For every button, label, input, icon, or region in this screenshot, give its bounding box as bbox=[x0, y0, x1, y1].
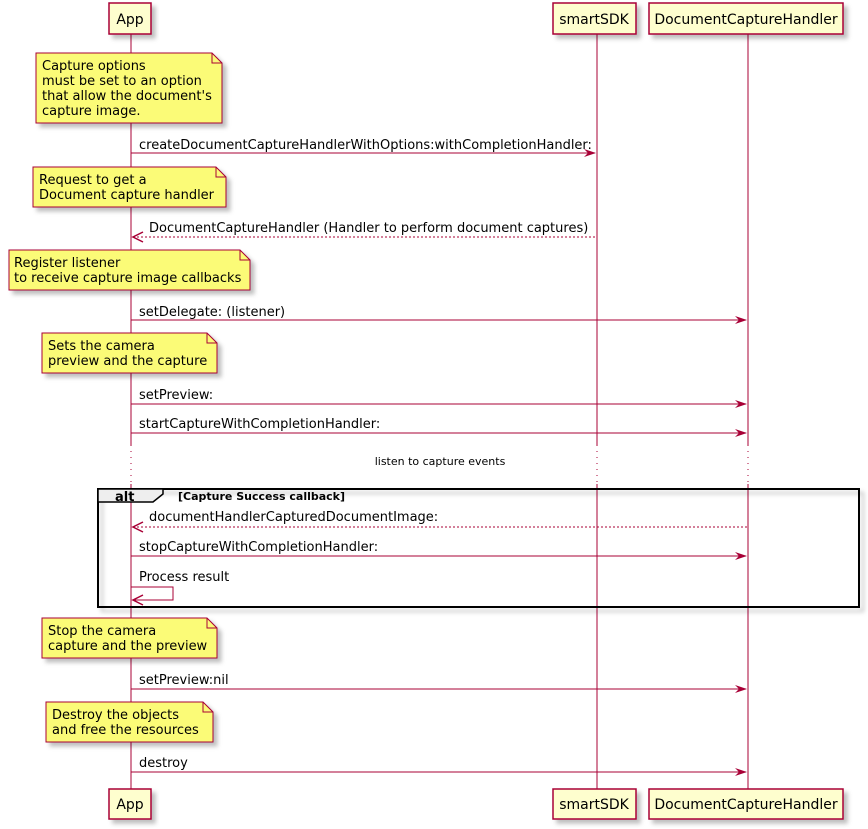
participant-sdk-top[interactable]: smartSDK bbox=[552, 2, 637, 35]
message-label: setDelegate: (listener) bbox=[139, 305, 285, 320]
participant-app-bottom[interactable]: App bbox=[108, 788, 152, 820]
message-label: documentHandlerCapturedDocumentImage: bbox=[149, 510, 438, 525]
message-captured-image: documentHandlerCapturedDocumentImage: bbox=[131, 510, 748, 533]
message-create-handler: createDocumentCaptureHandlerWithOptions:… bbox=[131, 138, 596, 157]
message-label: stopCaptureWithCompletionHandler: bbox=[139, 540, 378, 555]
alt-keyword: alt bbox=[115, 490, 134, 505]
message-destroy: destroy bbox=[131, 756, 747, 776]
message-label: destroy bbox=[139, 756, 188, 771]
note-line: Capture options bbox=[42, 59, 146, 74]
alt-condition: [Capture Success callback] bbox=[178, 490, 345, 503]
participant-label: smartSDK bbox=[559, 797, 629, 813]
message-set-preview-nil: setPreview:nil bbox=[131, 673, 747, 693]
message-label: setPreview: bbox=[139, 388, 213, 403]
participant-label: DocumentCaptureHandler bbox=[654, 797, 838, 813]
note-line: Stop the camera bbox=[48, 624, 156, 639]
note-line: Document capture handler bbox=[39, 188, 215, 203]
message-label: setPreview:nil bbox=[139, 673, 229, 688]
note-line: Request to get a bbox=[39, 173, 147, 188]
participant-label: smartSDK bbox=[559, 12, 629, 28]
note-line: Destroy the objects bbox=[52, 708, 179, 723]
participant-label: DocumentCaptureHandler bbox=[654, 12, 838, 28]
message-label: startCaptureWithCompletionHandler: bbox=[139, 417, 380, 432]
participant-sdk-bottom[interactable]: smartSDK bbox=[552, 788, 637, 820]
message-stop-capture: stopCaptureWithCompletionHandler: bbox=[131, 540, 747, 560]
note-sets-camera: Sets the camera preview and the capture bbox=[41, 332, 218, 374]
message-start-capture: startCaptureWithCompletionHandler: bbox=[131, 417, 747, 437]
note-register-listener: Register listener to receive capture ima… bbox=[8, 249, 251, 291]
note-line: and free the resources bbox=[52, 723, 199, 738]
participant-dch-bottom[interactable]: DocumentCaptureHandler bbox=[648, 788, 844, 820]
message-label: createDocumentCaptureHandlerWithOptions:… bbox=[139, 138, 592, 153]
participant-label: App bbox=[116, 12, 143, 28]
message-process-result: Process result bbox=[131, 570, 229, 606]
note-line: that allow the document's bbox=[42, 89, 212, 104]
note-line: capture image. bbox=[42, 104, 141, 119]
message-label: DocumentCaptureHandler (Handler to perfo… bbox=[149, 221, 588, 236]
participant-label: App bbox=[116, 797, 143, 813]
note-line: Sets the camera bbox=[48, 339, 155, 354]
participant-app-top[interactable]: App bbox=[108, 2, 152, 35]
message-handler-return: DocumentCaptureHandler (Handler to perfo… bbox=[131, 221, 597, 243]
note-stop-camera: Stop the camera capture and the preview bbox=[41, 617, 218, 659]
note-line: to receive capture image callbacks bbox=[14, 271, 242, 286]
message-set-preview: setPreview: bbox=[131, 388, 747, 408]
note-line: Register listener bbox=[14, 256, 121, 271]
message-set-delegate: setDelegate: (listener) bbox=[131, 305, 747, 324]
sequence-diagram: App smartSDK DocumentCaptureHandler App … bbox=[8, 2, 860, 820]
participant-dch-top[interactable]: DocumentCaptureHandler bbox=[648, 2, 844, 35]
note-request-handler: Request to get a Document capture handle… bbox=[32, 166, 227, 208]
delay-label: listen to capture events bbox=[375, 455, 506, 468]
note-line: must be set to an option bbox=[42, 74, 202, 89]
note-capture-options: Capture options must be set to an option… bbox=[35, 52, 223, 124]
note-line: preview and the capture bbox=[48, 354, 207, 369]
note-destroy-objects: Destroy the objects and free the resourc… bbox=[45, 701, 214, 743]
message-label: Process result bbox=[139, 570, 229, 585]
note-line: capture and the preview bbox=[48, 639, 208, 654]
